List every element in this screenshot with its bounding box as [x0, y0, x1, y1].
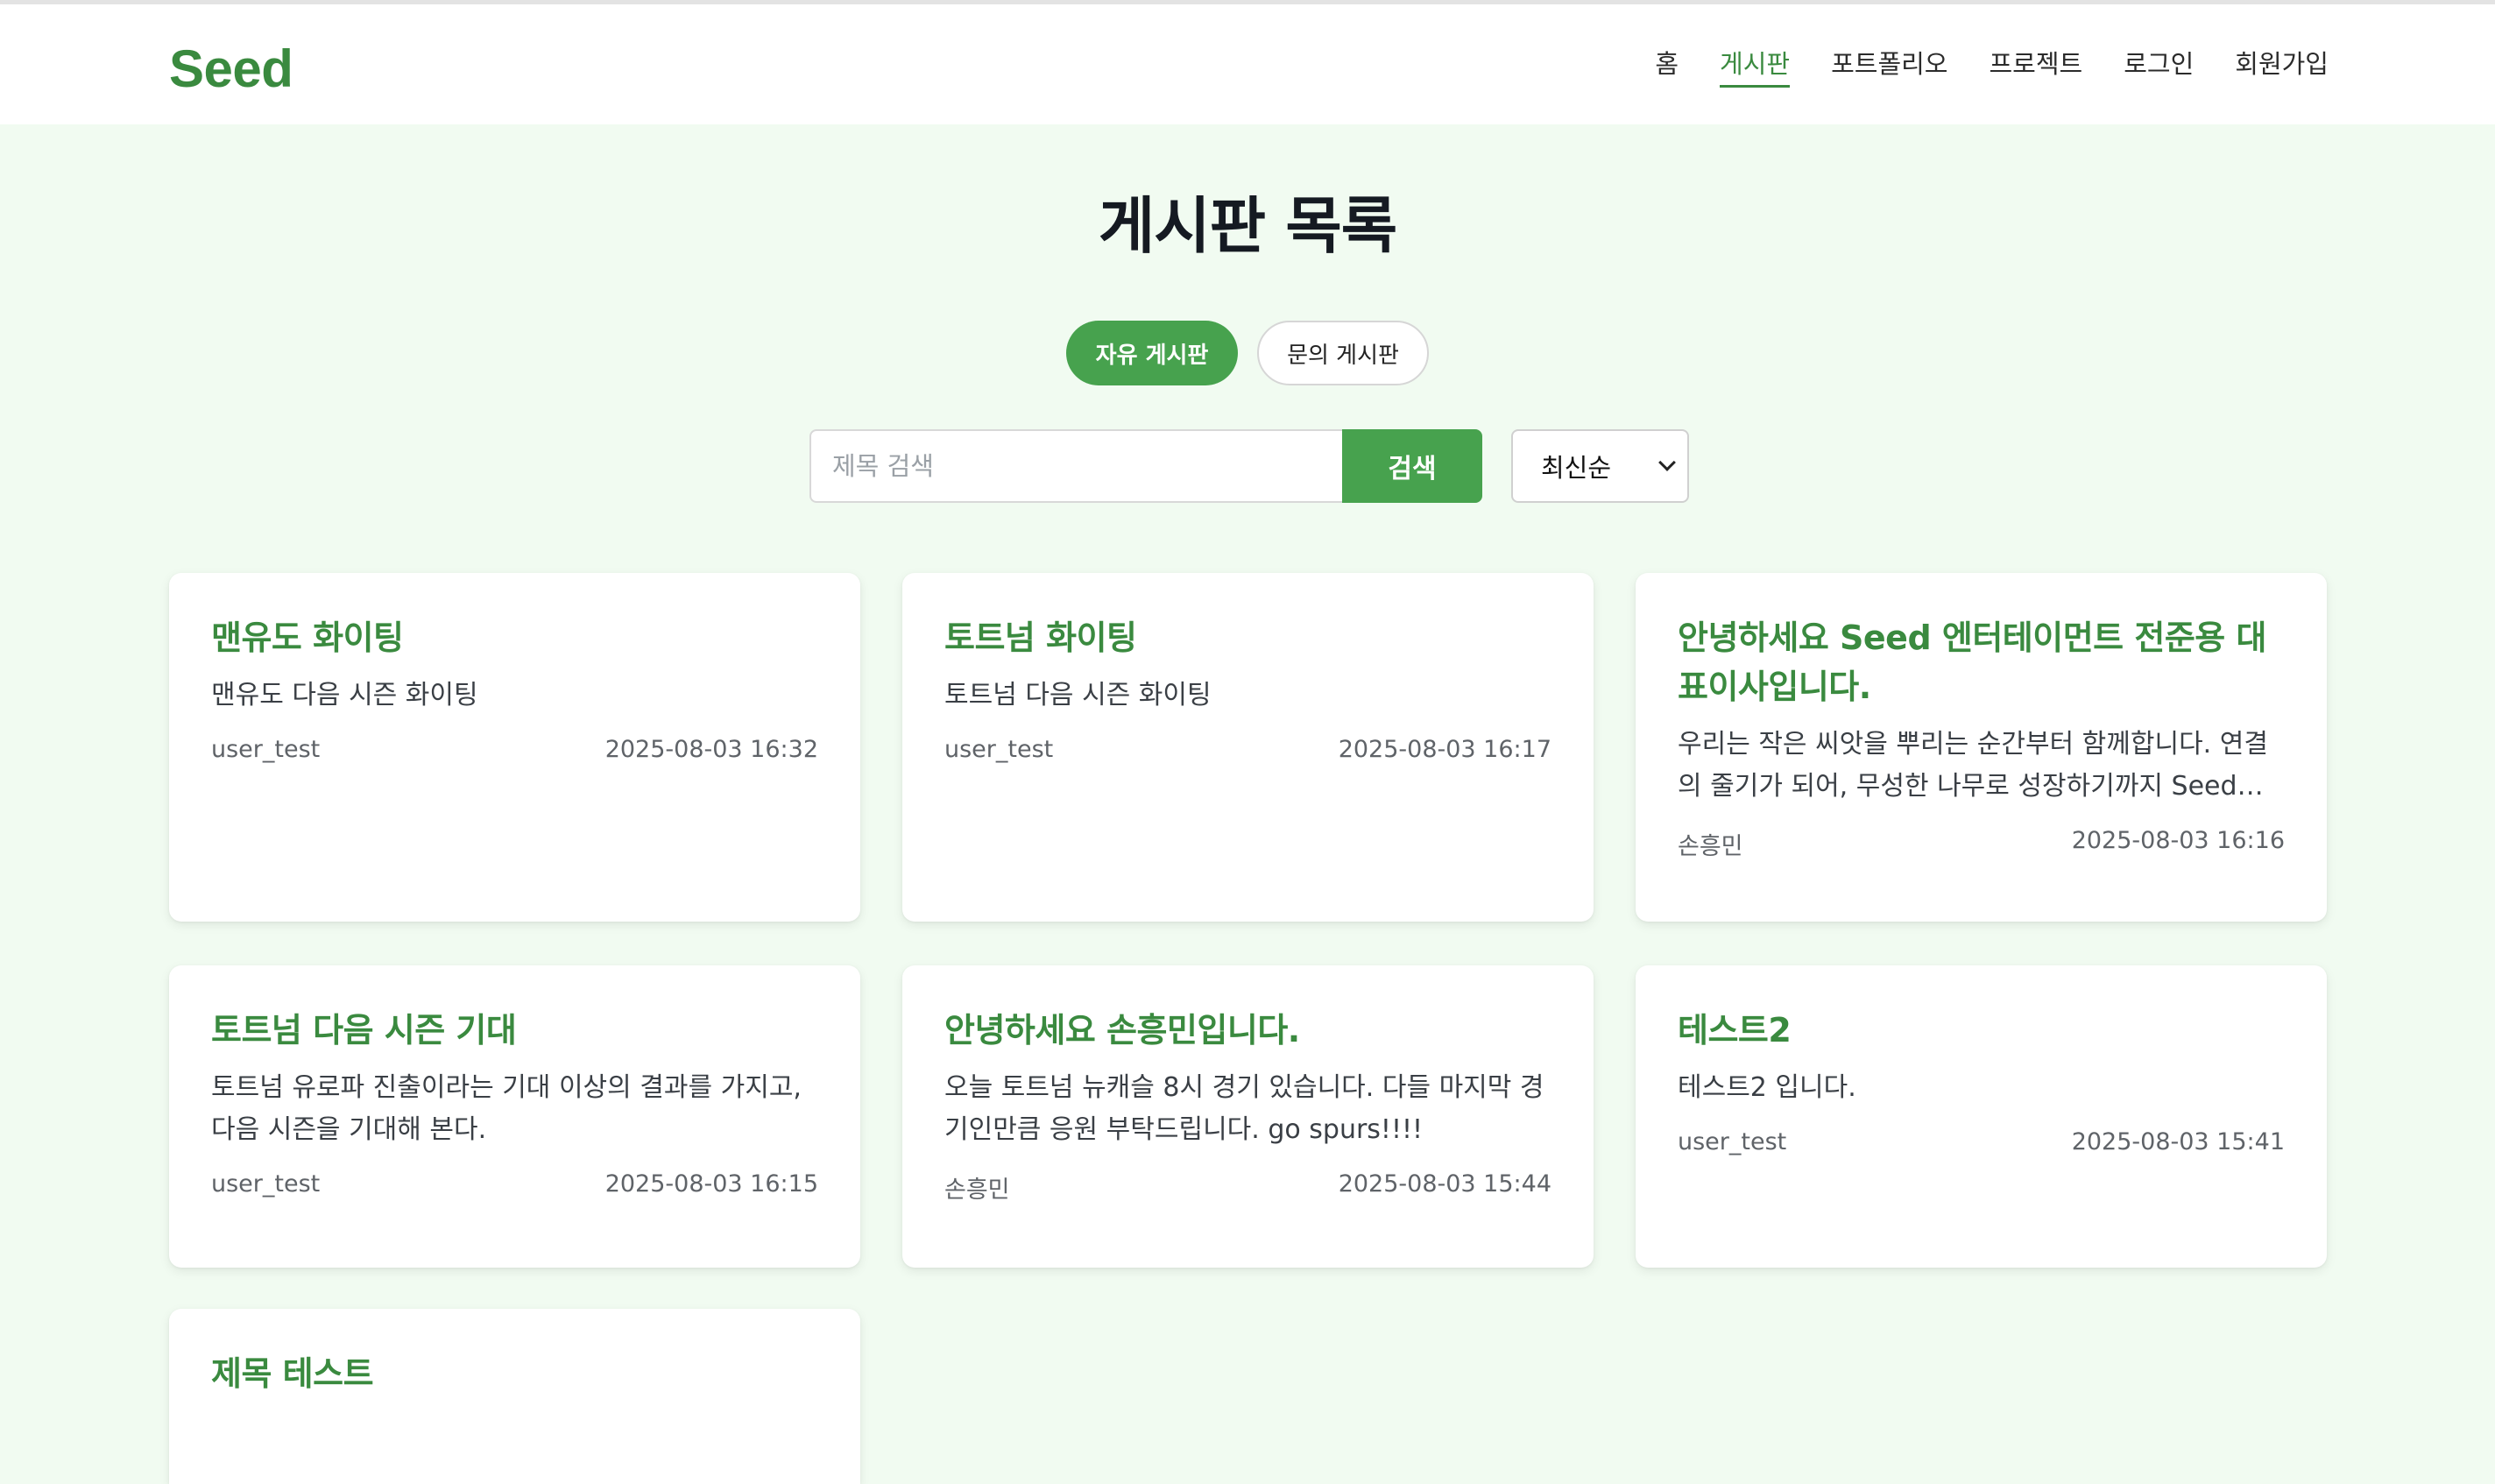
- post-excerpt: 토트넘 다음 시즌 화이팅: [944, 680, 1212, 710]
- nav-item-portfolio[interactable]: 포트폴리오: [1831, 46, 1947, 88]
- post-date: 2025-08-03 15:41: [2071, 1128, 2285, 1155]
- post-author: user_test: [211, 1170, 321, 1198]
- post-card[interactable]: 제목 테스트: [169, 1309, 860, 1484]
- search-button[interactable]: 검색: [1342, 429, 1482, 503]
- post-author: 손흥민: [1678, 833, 1743, 860]
- post-author: user_test: [944, 736, 1054, 763]
- post-title[interactable]: 테스트2: [1678, 1006, 2285, 1055]
- post-card[interactable]: 토트넘 다음 시즌 기대 토트넘 유로파 진출이라는 기대 이상의 결과를 가지…: [169, 965, 860, 1268]
- post-card[interactable]: 안녕하세요 손흥민입니다. 오늘 토트넘 뉴캐슬 8시 경기 있습니다. 다들 …: [902, 965, 1594, 1268]
- nav-item-projects[interactable]: 프로젝트: [1989, 46, 2082, 88]
- post-date: 2025-08-03 16:15: [604, 1170, 818, 1198]
- post-meta: user_test 2025-08-03 16:17: [944, 736, 1551, 763]
- nav-item-home[interactable]: 홈: [1655, 46, 1679, 88]
- post-title[interactable]: 안녕하세요 손흥민입니다.: [944, 1006, 1551, 1055]
- sort-select-value: 최신순: [1541, 453, 1612, 483]
- post-author: 손흥민: [944, 1177, 1010, 1204]
- post-meta: user_test 2025-08-03 16:15: [211, 1170, 818, 1198]
- post-date: 2025-08-03 16:17: [1338, 736, 1551, 763]
- post-excerpt: 테스트2 입니다.: [1678, 1072, 1856, 1103]
- nav-item-board[interactable]: 게시판: [1720, 46, 1791, 88]
- nav-item-signup[interactable]: 회원가입: [2235, 46, 2329, 88]
- post-card[interactable]: 테스트2 테스트2 입니다. user_test 2025-08-03 15:4…: [1636, 965, 2327, 1268]
- post-title[interactable]: 토트넘 다음 시즌 기대: [211, 1006, 818, 1055]
- post-excerpt: 맨유도 다음 시즌 화이팅: [211, 680, 478, 710]
- post-title[interactable]: 제목 테스트: [211, 1349, 818, 1398]
- post-meta: user_test 2025-08-03 15:41: [1678, 1128, 2285, 1155]
- post-card[interactable]: 맨유도 화이팅 맨유도 다음 시즌 화이팅 user_test 2025-08-…: [169, 573, 860, 922]
- nav-item-login[interactable]: 로그인: [2124, 46, 2194, 88]
- chevron-down-icon: [1658, 454, 1676, 471]
- search-input[interactable]: [809, 429, 1342, 503]
- post-author: user_test: [1678, 1128, 1787, 1155]
- tab-inquiry-board[interactable]: 문의 게시판: [1257, 321, 1429, 385]
- post-meta: user_test 2025-08-03 16:32: [211, 736, 818, 763]
- post-excerpt: 오늘 토트넘 뉴캐슬 8시 경기 있습니다. 다들 마지막 경기인만큼 응원 부…: [944, 1072, 1544, 1145]
- post-author: user_test: [211, 736, 321, 763]
- post-title[interactable]: 안녕하세요 Seed 엔터테이먼트 전준용 대표이사입니다.: [1678, 613, 2285, 711]
- post-excerpt: 우리는 작은 씨앗을 뿌리는 순간부터 함께합니다. 연결의 줄기가 되어, 무…: [1678, 729, 2268, 802]
- post-date: 2025-08-03 16:32: [604, 736, 818, 763]
- post-meta: 손흥민 2025-08-03 15:44: [944, 1170, 1551, 1205]
- post-card[interactable]: 토트넘 화이팅 토트넘 다음 시즌 화이팅 user_test 2025-08-…: [902, 573, 1594, 922]
- search-bar: 검색 최신순: [809, 429, 1689, 503]
- post-excerpt: 토트넘 유로파 진출이라는 기대 이상의 결과를 가지고, 다음 시즌을 기대해…: [211, 1072, 802, 1145]
- post-title[interactable]: 맨유도 화이팅: [211, 613, 818, 662]
- main-nav: 홈 게시판 포트폴리오 프로젝트 로그인 회원가입: [1655, 46, 2329, 88]
- post-card[interactable]: 안녕하세요 Seed 엔터테이먼트 전준용 대표이사입니다. 우리는 작은 씨앗…: [1636, 573, 2327, 922]
- post-date: 2025-08-03 15:44: [1338, 1170, 1551, 1198]
- site-header: Seed 홈 게시판 포트폴리오 프로젝트 로그인 회원가입: [0, 4, 2495, 124]
- sort-select[interactable]: 최신순: [1511, 429, 1689, 503]
- board-tabs: 자유 게시판 문의 게시판: [0, 321, 2495, 385]
- page-title: 게시판 목록: [1098, 190, 1397, 262]
- site-logo[interactable]: Seed: [169, 38, 293, 101]
- tab-free-board[interactable]: 자유 게시판: [1066, 321, 1238, 385]
- post-date: 2025-08-03 16:16: [2071, 827, 2285, 854]
- post-meta: 손흥민 2025-08-03 16:16: [1678, 827, 2285, 861]
- post-title[interactable]: 토트넘 화이팅: [944, 613, 1551, 662]
